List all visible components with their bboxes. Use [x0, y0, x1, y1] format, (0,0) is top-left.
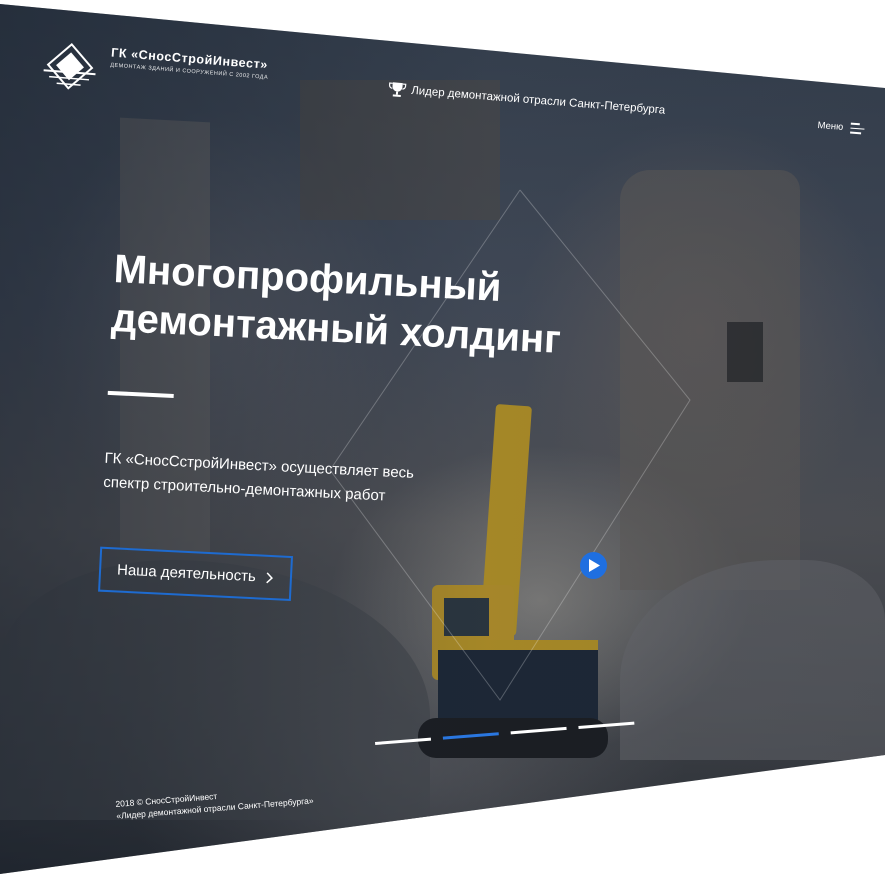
hero-title: Многопрофильный демонтажный холдинг [110, 245, 564, 365]
logo-diamond-icon [43, 42, 96, 90]
cta-label: Наша деятельность [116, 561, 257, 586]
hero-divider [107, 390, 174, 399]
trophy-icon [389, 82, 407, 97]
hero-description: ГК «СносСстройИнвест» осуществляет весь … [103, 447, 555, 517]
hero-content: Многопрофильный демонтажный холдинг ГК «… [98, 245, 564, 614]
menu-label: Меню [817, 120, 844, 133]
hamburger-icon [849, 122, 865, 135]
play-icon [589, 559, 600, 572]
chevron-right-icon [266, 571, 273, 583]
play-video-button[interactable] [580, 552, 607, 579]
our-activity-button[interactable]: Наша деятельность [98, 546, 293, 602]
